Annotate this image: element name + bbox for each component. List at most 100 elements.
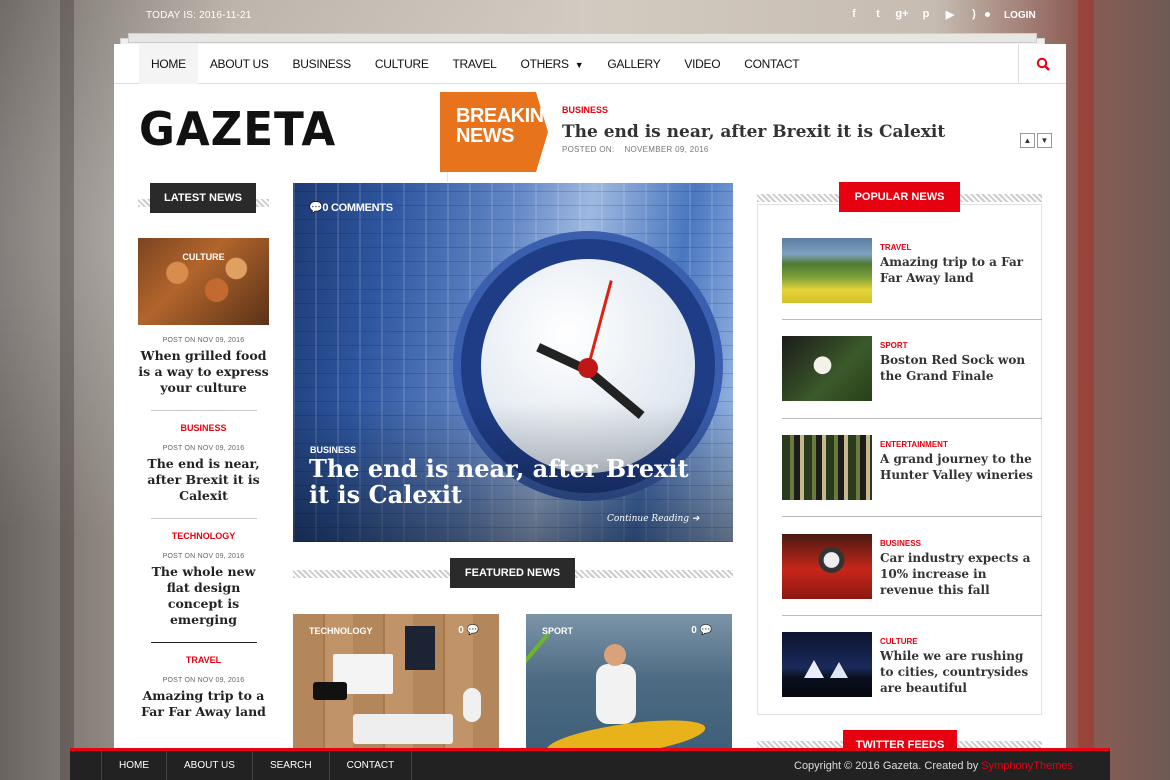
posted-date: NOVEMBER 09, 2016: [624, 145, 709, 154]
list-item[interactable]: TRAVEL POST ON NOV 09, 2016 Amazing trip…: [138, 655, 269, 734]
post-title[interactable]: The whole new flat design concept is eme…: [138, 564, 269, 628]
google-plus-icon[interactable]: g+: [890, 8, 914, 21]
creator-link[interactable]: SymphonyThemes: [981, 760, 1073, 772]
facebook-icon[interactable]: f: [842, 8, 866, 21]
separator-dot: [985, 12, 990, 17]
chevron-down-icon[interactable]: ▼: [1037, 133, 1052, 148]
post-category[interactable]: TRAVEL: [138, 655, 269, 665]
footer-link-search[interactable]: SEARCH: [251, 751, 329, 780]
breaking-title[interactable]: The end is near, after Brexit it is Cale…: [562, 122, 945, 142]
latest-thumbnail[interactable]: CULTURE: [138, 238, 269, 325]
post-title[interactable]: A grand journey to the Hunter Valley win…: [880, 451, 1040, 483]
latest-news-heading: LATEST NEWS: [150, 183, 256, 213]
popular-news-heading: POPULAR NEWS: [839, 182, 960, 212]
list-item[interactable]: BUSINESS POST ON NOV 09, 2016 The end is…: [138, 423, 269, 518]
list-item[interactable]: ENTERTAINMENT A grand journey to the Hun…: [782, 435, 1042, 533]
post-category[interactable]: BUSINESS: [880, 539, 921, 548]
post-category[interactable]: TRAVEL: [880, 243, 911, 252]
continue-label: Continue Reading: [607, 514, 690, 524]
post-title[interactable]: While we are rushing to cities, countrys…: [880, 648, 1040, 696]
popular-thumbnail[interactable]: [782, 336, 872, 401]
site-logo[interactable]: GAZETA: [139, 102, 336, 156]
featured-category[interactable]: TECHNOLOGY: [309, 626, 373, 636]
breaking-category[interactable]: BUSINESS: [562, 105, 608, 115]
post-title[interactable]: Amazing trip to a Far Far Away land: [138, 688, 269, 720]
nav-item-contact[interactable]: CONTACT: [732, 44, 811, 84]
top-bar: TODAY IS: 2016-11-21 f t g+ p ▶ ) LOGIN: [0, 0, 1170, 34]
posted-label: POSTED ON:: [562, 145, 615, 154]
post-category[interactable]: TECHNOLOGY: [138, 531, 269, 541]
social-links: f t g+ p ▶ ): [842, 8, 986, 21]
nav-item-gallery[interactable]: GALLERY: [595, 44, 672, 84]
popular-thumbnail[interactable]: [782, 534, 872, 599]
footer-link-contact[interactable]: CONTACT: [328, 751, 413, 780]
popular-thumbnail[interactable]: [782, 238, 872, 303]
post-category[interactable]: BUSINESS: [138, 423, 269, 433]
list-item[interactable]: CULTURE While we are rushing to cities, …: [782, 632, 1042, 730]
list-item[interactable]: BUSINESS Car industry expects a 10% incr…: [782, 534, 1042, 632]
post-meta: POST ON NOV 09, 2016: [162, 445, 245, 452]
footer-link-about-us[interactable]: ABOUT US: [166, 751, 252, 780]
comment-count[interactable]: 0 💬: [691, 625, 712, 636]
post-meta: POST ON NOV 09, 2016: [162, 553, 245, 560]
nav-item-culture[interactable]: CULTURE: [363, 44, 441, 84]
nav-item-others[interactable]: OTHERS ▼: [509, 44, 596, 84]
youtube-icon[interactable]: ▶: [938, 8, 962, 21]
featured-news-heading: FEATURED NEWS: [450, 558, 575, 588]
list-item[interactable]: TRAVEL Amazing trip to a Far Far Away la…: [782, 238, 1042, 336]
comment-label: 0 COMMENTS: [322, 202, 393, 214]
arrow-right-icon: ➔: [691, 514, 700, 524]
main-nav: HOME ABOUT US BUSINESS CULTURE TRAVEL OT…: [114, 44, 1066, 84]
nav-item-home[interactable]: HOME: [139, 44, 198, 84]
breaking-label-2: NEWS: [456, 125, 514, 147]
search-button[interactable]: [1018, 44, 1066, 84]
divider: [782, 516, 1042, 517]
footer-bar: HOME ABOUT US SEARCH CONTACT Copyright ©…: [70, 748, 1110, 780]
nav-item-travel[interactable]: TRAVEL: [441, 44, 509, 84]
login-link[interactable]: LOGIN: [1004, 10, 1036, 21]
continue-reading-link[interactable]: Continue Reading ➔: [607, 514, 699, 524]
comment-icon: 💬: [699, 625, 712, 636]
footer-link-home[interactable]: HOME: [101, 751, 166, 780]
nav-item-video[interactable]: VIDEO: [672, 44, 732, 84]
popular-thumbnail[interactable]: [782, 435, 872, 500]
background-image-pole: [1078, 0, 1094, 780]
post-category[interactable]: ENTERTAINMENT: [880, 440, 948, 449]
search-icon: [1036, 57, 1050, 71]
post-meta: POST ON NOV 09, 2016: [162, 677, 245, 684]
popular-thumbnail[interactable]: [782, 632, 872, 697]
nav-item-about-us[interactable]: ABOUT US: [198, 44, 281, 84]
post-title[interactable]: The end is near, after Brexit it is Cale…: [138, 456, 269, 504]
post-title[interactable]: Amazing trip to a Far Far Away land: [880, 254, 1040, 286]
thumbnail-category: CULTURE: [182, 252, 225, 262]
page-shadow-top: [128, 33, 1037, 43]
page-container: HOME ABOUT US BUSINESS CULTURE TRAVEL OT…: [114, 44, 1066, 780]
comment-count[interactable]: 0 💬: [458, 625, 479, 636]
count-value: 0: [691, 625, 697, 636]
post-category[interactable]: CULTURE: [880, 637, 918, 646]
caret-down-icon: ▼: [574, 60, 584, 70]
hero-title[interactable]: The end is near, after Brexit it is Cale…: [309, 456, 709, 508]
comment-icon: 💬: [309, 202, 323, 214]
list-item[interactable]: TECHNOLOGY POST ON NOV 09, 2016 The whol…: [138, 531, 269, 642]
list-item[interactable]: SPORT Boston Red Sock won the Grand Fina…: [782, 336, 1042, 434]
post-title[interactable]: Boston Red Sock won the Grand Finale: [880, 352, 1040, 384]
divider: [150, 410, 257, 411]
list-item[interactable]: CULTURE POST ON NOV 09, 2016 When grille…: [138, 238, 269, 410]
count-value: 0: [458, 625, 464, 636]
post-title[interactable]: When grilled food is a way to express yo…: [138, 348, 269, 396]
nav-item-others-label: OTHERS: [520, 57, 570, 71]
hero-article[interactable]: 💬0 COMMENTS BUSINESS The end is near, af…: [293, 183, 733, 542]
comment-count[interactable]: 💬0 COMMENTS: [309, 201, 393, 214]
breaking-meta: POSTED ON: NOVEMBER 09, 2016: [562, 145, 709, 154]
twitter-icon[interactable]: t: [866, 8, 890, 21]
nav-item-business[interactable]: BUSINESS: [281, 44, 363, 84]
post-category[interactable]: SPORT: [880, 341, 908, 350]
breaking-news-badge: BREAKING NEWS: [440, 92, 559, 172]
pinterest-icon[interactable]: p: [914, 8, 938, 21]
chevron-up-icon[interactable]: ▲: [1020, 133, 1035, 148]
divider: [782, 418, 1042, 419]
post-title[interactable]: Car industry expects a 10% increase in r…: [880, 550, 1040, 598]
rss-icon[interactable]: ): [962, 8, 986, 21]
featured-category[interactable]: SPORT: [542, 626, 573, 636]
